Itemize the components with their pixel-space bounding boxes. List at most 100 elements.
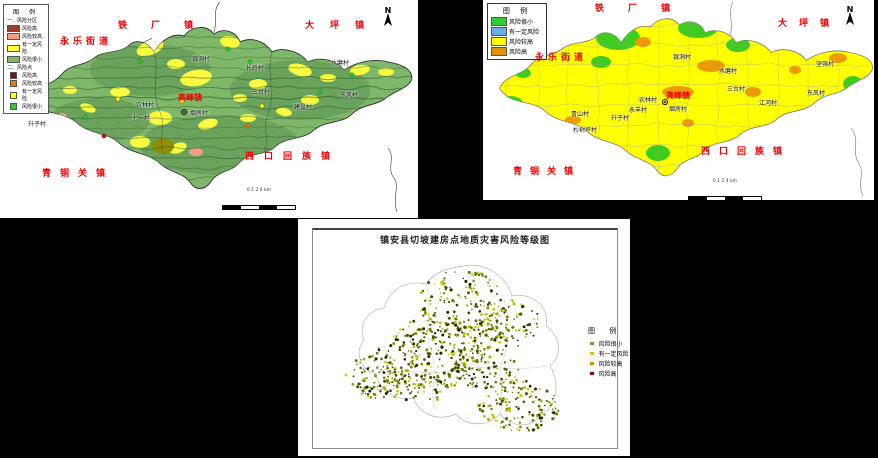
map-b-legend: 图 例 风险很小 有一定风险 风险较高 风险高	[487, 3, 547, 60]
legend-row: 有一定风险	[7, 88, 45, 102]
legend-label: 有一定风险	[22, 41, 45, 55]
point-swatch	[10, 80, 17, 87]
legend-row: 风险很小	[7, 56, 45, 63]
village-label: 水磨村	[719, 69, 737, 75]
scale-text: 0 1 2 4 km	[222, 188, 296, 193]
legend-row: 风险较高	[7, 33, 45, 40]
legend-label: 有一定风险	[599, 349, 629, 358]
legend-row: 有一定风险	[7, 41, 45, 55]
village-label: 银洞村	[192, 57, 210, 63]
legend-row: 风险较高	[491, 37, 543, 46]
risk-swatch	[491, 37, 507, 46]
point-swatch	[10, 103, 17, 110]
town-label-qingtongguan: 青铜关镇	[42, 170, 114, 179]
legend-label: 风险较高	[22, 33, 42, 40]
scale-segments	[222, 205, 296, 210]
village-label: 烟房村	[669, 107, 687, 113]
legend-row: 风险高	[7, 25, 45, 32]
village-label: 永丰村	[629, 108, 647, 114]
zone-swatch	[7, 56, 20, 63]
legend-row: 风险较高	[7, 80, 45, 87]
legend-group-zones: 一、风险分区	[7, 17, 45, 24]
legend-title: 图 例	[491, 6, 543, 16]
town-label-tiechang: 铁厂镇	[595, 5, 694, 14]
legend-label: 风险高	[599, 369, 617, 378]
town-label-xikou: 西口回族镇	[701, 148, 791, 157]
legend-title: 图 例	[7, 7, 45, 16]
scale-bar: 0 1 2 4 km	[222, 188, 296, 213]
village-label: 银洞村	[673, 55, 691, 61]
point-swatch	[590, 352, 594, 356]
legend-group-points: 二、风险点	[7, 64, 45, 71]
legend-label: 风险高	[22, 25, 37, 32]
legend-label: 风险较高	[22, 80, 42, 87]
town-label-tiechang: 铁厂镇	[118, 22, 217, 31]
scatter-map-graphic	[314, 248, 616, 450]
town-label-gaofeng: 高峰镇	[666, 92, 690, 100]
legend-row: 有一定风险	[588, 349, 644, 358]
village-label: 烟房村	[190, 111, 208, 117]
risk-swatch	[491, 47, 507, 56]
village-label: 农林村	[639, 98, 657, 104]
legend-row: 风险很小	[491, 17, 543, 26]
scale-bar: 0 1 2 4 km	[688, 179, 762, 204]
legend-label: 风险很小	[599, 339, 623, 348]
legend-label: 风险较高	[509, 37, 533, 46]
town-label-daping: 大坪镇	[778, 20, 841, 29]
legend-label: 风险较高	[599, 359, 623, 368]
building-points-risk-map-panel: 镇安县切坡建房点地质灾害风险等级图 图 例 风险很小 有一定风险 风险较高 风险…	[298, 219, 630, 456]
town-label-qingtongguan: 青铜关镇	[513, 168, 581, 177]
north-arrow-icon: N	[383, 6, 393, 32]
village-label: 江河村	[759, 101, 777, 107]
scale-segments	[688, 196, 762, 201]
map-c-frame: 镇安县切坡建房点地质灾害风险等级图 图 例 风险很小 有一定风险 风险较高 风险…	[312, 228, 618, 449]
point-swatch	[590, 342, 594, 346]
legend-label: 风险很小	[509, 17, 533, 26]
legend-row: 风险高	[7, 72, 45, 79]
point-swatch	[10, 72, 17, 79]
village-label: 农林村	[136, 103, 154, 109]
village-label: 升子村	[28, 122, 46, 128]
legend-label: 风险高	[22, 72, 37, 79]
village-label: 青山村	[571, 112, 589, 118]
village-label: 七一村	[132, 116, 150, 122]
legend-row: 风险很小	[588, 339, 644, 348]
village-label: 长岭村	[246, 66, 264, 72]
zone-swatch	[7, 45, 20, 52]
village-label: 建设村	[294, 105, 312, 111]
county-seat-marker	[662, 99, 668, 105]
legend-row: 风险很小	[7, 103, 45, 110]
terrain-map-graphic	[0, 0, 418, 218]
legend-label: 风险很小	[22, 56, 42, 63]
legend-label: 风险很小	[22, 103, 42, 110]
point-swatch	[10, 92, 17, 99]
village-label: 三台村	[252, 90, 270, 96]
legend-label: 有一定风险	[22, 88, 45, 102]
map-c-title: 镇安县切坡建房点地质灾害风险等级图	[313, 233, 617, 246]
risk-zoning-terrain-map-panel: 图 例 一、风险分区 风险高 风险较高 有一定风险 风险很小 二、风险点 风险高…	[0, 0, 418, 218]
county-seat-marker	[181, 109, 187, 115]
legend-label: 有一定风险	[509, 27, 539, 36]
point-swatch	[590, 362, 594, 366]
legend-row: 风险较高	[588, 359, 644, 368]
legend-label: 风险高	[509, 47, 527, 56]
village-label: 水磨村	[331, 61, 349, 67]
town-label-xikou: 西口回族镇	[245, 153, 340, 162]
scale-text: 0 1 2 4 km	[688, 179, 762, 184]
village-label: 东风村	[807, 91, 825, 97]
village-label: 杉树坪村	[573, 128, 597, 134]
town-label-yongle: 永乐街道	[535, 54, 587, 63]
village-risk-classification-map-panel: 图 例 风险很小 有一定风险 风险较高 风险高 铁厂镇 大坪镇 永乐街道 高峰镇…	[483, 0, 874, 200]
town-label-daping: 大坪镇	[305, 22, 380, 31]
village-label: 三台村	[727, 87, 745, 93]
village-label: 升子村	[611, 116, 629, 122]
map-a-legend: 图 例 一、风险分区 风险高 风险较高 有一定风险 风险很小 二、风险点 风险高…	[3, 4, 49, 114]
three-map-composite: 图 例 一、风险分区 风险高 风险较高 有一定风险 风险很小 二、风险点 风险高…	[0, 0, 878, 458]
zone-swatch	[7, 33, 20, 40]
legend-title: 图 例	[588, 326, 644, 336]
village-label: 坚强村	[816, 62, 834, 68]
village-label: 东风村	[340, 93, 358, 99]
legend-row: 风险高	[588, 369, 644, 378]
map-c-legend: 图 例 风险很小 有一定风险 风险较高 风险高	[585, 324, 647, 381]
north-arrow-icon: N	[845, 5, 855, 31]
